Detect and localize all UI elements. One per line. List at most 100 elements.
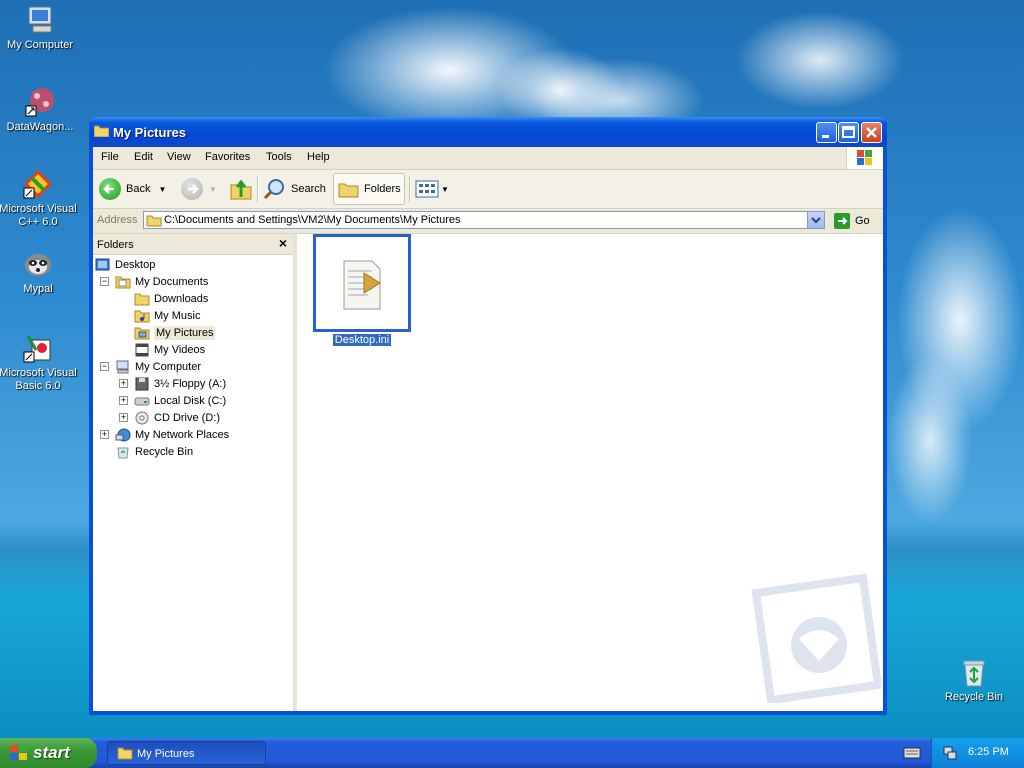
clock[interactable]: 6:25 PM: [968, 746, 1009, 758]
menu-file[interactable]: File: [101, 151, 119, 163]
back-dropdown-icon[interactable]: ▼: [158, 185, 166, 194]
pictures-watermark-icon: [751, 573, 883, 705]
tree-item-my-computer[interactable]: − My Computer: [100, 358, 201, 375]
menu-view[interactable]: View: [167, 151, 191, 163]
pictures-folder-icon: [134, 326, 150, 340]
desktop-icon-my-computer[interactable]: My Computer: [0, 4, 80, 52]
maximize-button[interactable]: [838, 122, 859, 143]
forward-button[interactable]: ▼: [181, 173, 217, 205]
up-folder-button[interactable]: [229, 173, 253, 205]
collapse-toggle[interactable]: −: [100, 277, 109, 286]
keyboard-icon[interactable]: [903, 746, 921, 763]
expand-toggle[interactable]: +: [100, 430, 109, 439]
tree-item-label: 3½ Floppy (A:): [154, 377, 227, 390]
close-button[interactable]: [861, 122, 882, 143]
taskbar-button-my-pictures[interactable]: My Pictures: [107, 741, 266, 765]
up-folder-icon: [230, 179, 252, 200]
address-input[interactable]: C:\Documents and Settings\VM2\My Documen…: [143, 211, 825, 229]
tree-item-label: My Pictures: [154, 325, 216, 340]
expand-toggle[interactable]: +: [119, 379, 128, 388]
tree-item-label: My Computer: [135, 360, 202, 373]
back-button[interactable]: Back ▼: [99, 173, 166, 205]
desktop-icon-visual-cpp[interactable]: Microsoft Visual C++ 6.0: [0, 168, 78, 229]
address-dropdown-button[interactable]: [807, 212, 824, 228]
videos-folder-icon: [134, 343, 150, 357]
folders-label: Folders: [364, 183, 401, 195]
desktop-icon-datawagon[interactable]: DataWagon...: [0, 86, 80, 134]
desktop-icon-label: My Computer: [6, 39, 74, 51]
tree-item-my-videos[interactable]: My Videos: [134, 341, 205, 358]
desktop-icon-label: Mypal: [23, 283, 53, 295]
minimize-button[interactable]: [816, 122, 837, 143]
expand-toggle[interactable]: +: [119, 413, 128, 422]
folders-pane-header: Folders ×: [93, 234, 293, 255]
tree-item-label: Local Disk (C:): [154, 394, 227, 407]
search-icon: [263, 179, 284, 200]
views-dropdown-icon: ▼: [441, 184, 449, 194]
forward-arrow-icon: [181, 178, 203, 200]
tree-item-desktop[interactable]: Desktop: [95, 256, 155, 273]
tree-item-label: My Music: [154, 309, 201, 322]
folder-icon: [93, 124, 110, 138]
desktop-icon-label: Recycle Bin: [944, 691, 1004, 703]
menu-tools[interactable]: Tools: [266, 151, 292, 163]
tree-item-local-disk[interactable]: + Local Disk (C:): [119, 392, 226, 409]
menu-edit[interactable]: Edit: [134, 151, 153, 163]
desktop-icon-label: Microsoft Visual Basic 6.0: [0, 367, 77, 392]
tree-item-floppy[interactable]: + 3½ Floppy (A:): [119, 375, 226, 392]
desktop-icon-recycle-bin[interactable]: Recycle Bin: [934, 656, 1014, 704]
views-grid-icon: [415, 180, 439, 198]
tree-item-my-pictures[interactable]: My Pictures: [134, 324, 216, 341]
tree-item-recycle-bin[interactable]: Recycle Bin: [115, 443, 193, 460]
title-bar[interactable]: My Pictures: [89, 117, 887, 147]
tree-item-label: Desktop: [115, 258, 156, 271]
tree-item-cd-drive[interactable]: + CD Drive (D:): [119, 409, 220, 426]
folders-button[interactable]: Folders: [333, 173, 405, 205]
tree-item-label: My Documents: [135, 275, 209, 288]
tree-item-network-places[interactable]: + My Network Places: [100, 426, 229, 443]
desktop-icon-visual-basic[interactable]: Microsoft Visual Basic 6.0: [0, 332, 78, 393]
windows-logo-icon: [10, 745, 27, 760]
menu-help[interactable]: Help: [307, 151, 330, 163]
menu-bar: File Edit View Favorites Tools Help: [93, 147, 883, 170]
recycle-bin-icon: [115, 445, 131, 459]
menu-favorites[interactable]: Favorites: [205, 151, 250, 163]
collapse-toggle[interactable]: −: [100, 362, 109, 371]
folders-pane: Folders × Desktop − My Documents Downloa…: [93, 234, 297, 711]
address-value: C:\Documents and Settings\VM2\My Documen…: [164, 214, 461, 226]
maximize-icon: [842, 126, 855, 138]
mypal-raccoon-icon: [22, 248, 54, 280]
recycle-bin-icon: [958, 656, 990, 688]
go-button[interactable]: Go: [833, 212, 870, 230]
start-button[interactable]: start: [0, 738, 97, 768]
desktop-icon-mypal[interactable]: Mypal: [0, 248, 78, 296]
search-button[interactable]: Search: [263, 173, 326, 205]
file-thumbnail: [313, 234, 411, 332]
tree-item-my-documents[interactable]: − My Documents: [100, 273, 208, 290]
expand-toggle[interactable]: +: [119, 396, 128, 405]
hard-disk-icon: [134, 394, 150, 408]
window-title: My Pictures: [113, 125, 186, 140]
folder-icon: [134, 292, 150, 306]
taskbar-button-label: My Pictures: [137, 748, 195, 760]
file-list-area[interactable]: Desktop.ini: [297, 234, 883, 711]
toolbar-separator: [257, 176, 259, 202]
tree-item-label: Downloads: [154, 292, 209, 305]
tree-item-my-music[interactable]: My Music: [134, 307, 200, 324]
file-item[interactable]: Desktop.ini: [311, 234, 413, 346]
tree-item-label: Recycle Bin: [135, 445, 194, 458]
close-folders-pane-button[interactable]: ×: [279, 235, 287, 251]
datawagon-icon: [24, 86, 56, 118]
views-button[interactable]: ▼: [415, 173, 449, 205]
tree-item-downloads[interactable]: Downloads: [134, 290, 208, 307]
settings-file-icon: [343, 260, 381, 310]
close-icon: [866, 127, 877, 138]
windows-logo-icon: [846, 147, 883, 169]
start-label: start: [33, 743, 70, 762]
desktop-icon: [95, 258, 111, 272]
my-computer-icon: [24, 4, 56, 36]
my-documents-folder-icon: [115, 275, 131, 289]
network-connection-icon[interactable]: [942, 745, 958, 761]
forward-dropdown-icon[interactable]: ▼: [209, 185, 217, 194]
address-label: Address: [97, 214, 138, 226]
